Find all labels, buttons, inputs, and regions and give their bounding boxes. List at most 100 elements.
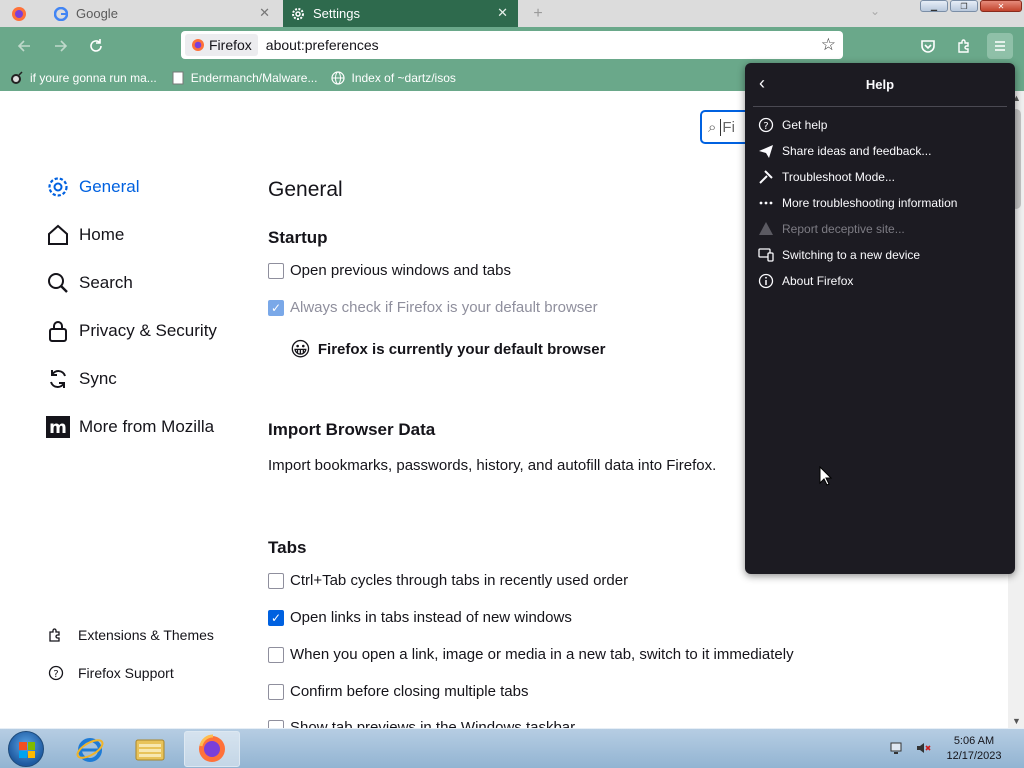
reload-button[interactable] (85, 35, 107, 57)
search-placeholder: Fi (720, 118, 735, 136)
checkbox[interactable] (268, 646, 284, 663)
sidebar-extensions-themes-link[interactable]: Extensions & Themes (48, 627, 214, 643)
firefox-logo-icon (12, 6, 26, 21)
warning-icon (757, 221, 775, 237)
checkbox-label: When you open a link, image or media in … (290, 646, 794, 663)
close-tab-icon[interactable]: ✕ (497, 5, 508, 21)
svg-text:?: ? (53, 669, 58, 680)
more-dots-icon (757, 195, 775, 211)
pocket-button[interactable] (917, 35, 939, 57)
volume-muted-icon[interactable] (914, 739, 932, 757)
back-button[interactable] (13, 35, 35, 57)
search-icon: ⌕ (708, 118, 717, 136)
help-item-more-troubleshooting[interactable]: More troubleshooting information (757, 195, 957, 211)
folder-icon (135, 739, 165, 761)
question-circle-icon: ? (757, 117, 775, 133)
help-item-label: Report deceptive site... (782, 222, 905, 236)
forward-button[interactable] (50, 35, 72, 57)
sidebar-item-label: Sync (79, 369, 117, 388)
help-item-share-feedback[interactable]: Share ideas and feedback... (757, 143, 931, 159)
checkbox-confirm-close[interactable]: Confirm before closing multiple tabs (268, 683, 528, 700)
checkbox-switch-to-new-tab[interactable]: When you open a link, image or media in … (268, 646, 794, 663)
windows-logo-icon (19, 742, 35, 758)
help-item-about-firefox[interactable]: About Firefox (757, 273, 853, 289)
devices-icon (757, 247, 775, 263)
close-tab-icon[interactable]: ✕ (259, 5, 270, 21)
hamburger-menu-icon (995, 41, 1005, 51)
pocket-icon (921, 40, 935, 53)
minimize-button[interactable]: ▁ (920, 0, 948, 12)
taskbar-internet-explorer[interactable] (62, 731, 118, 767)
bookmark-label: Index of ~dartz/isos (351, 71, 456, 85)
checkbox[interactable] (268, 262, 284, 279)
restore-button[interactable]: ❐ (950, 0, 978, 12)
mozilla-icon: m (46, 415, 70, 439)
sidebar-firefox-support-link[interactable]: ? Firefox Support (48, 665, 174, 681)
identity-label: Firefox (209, 37, 252, 53)
checkbox-ctrl-tab[interactable]: Ctrl+Tab cycles through tabs in recently… (268, 572, 628, 589)
checkbox-label: Confirm before closing multiple tabs (290, 683, 529, 700)
help-item-switching-device[interactable]: Switching to a new device (757, 247, 920, 263)
tab-label: Google (76, 6, 118, 21)
default-browser-status: 😀 Firefox is currently your default brow… (290, 337, 605, 362)
reload-icon (90, 39, 102, 52)
bookmark-star-icon[interactable]: ☆ (821, 35, 836, 55)
tab-settings[interactable]: Settings ✕ (283, 0, 518, 27)
bookmark-item[interactable]: if youre gonna run ma... (10, 71, 157, 85)
bookmark-item[interactable]: Index of ~dartz/isos (331, 71, 456, 85)
arrow-right-icon (55, 40, 68, 52)
app-menu-button[interactable] (987, 33, 1013, 59)
checkbox-taskbar-previews[interactable]: Show tab previews in the Windows taskbar (268, 719, 575, 728)
taskbar-clock[interactable]: 5:06 AM 12/17/2023 (940, 734, 1008, 764)
window-controls: ▁ ❐ ✕ (920, 0, 1022, 12)
bookmark-label: if youre gonna run ma... (30, 71, 157, 85)
network-icon[interactable] (888, 739, 906, 757)
google-logo-icon (54, 6, 68, 21)
url-text[interactable]: about:preferences (266, 37, 379, 53)
checkbox[interactable] (268, 572, 284, 589)
checkbox-open-previous[interactable]: Open previous windows and tabs (268, 262, 511, 279)
arrow-left-icon (17, 40, 30, 52)
sidebar-item-more-from-mozilla[interactable]: m More from Mozilla (46, 415, 214, 439)
checkbox-label: Show tab previews in the Windows taskbar (290, 719, 576, 728)
taskbar-firefox[interactable] (184, 731, 240, 767)
sidebar-item-general[interactable]: General (46, 175, 139, 199)
firefox-view-button[interactable] (8, 0, 30, 27)
url-bar[interactable]: Firefox about:preferences ☆ (181, 31, 843, 59)
list-all-tabs-icon[interactable]: ⌄ (870, 4, 880, 18)
checkbox[interactable] (268, 719, 284, 728)
svg-text:m: m (49, 418, 67, 438)
search-icon (46, 271, 70, 295)
checkbox[interactable] (268, 683, 284, 700)
sidebar-item-sync[interactable]: Sync (46, 367, 117, 391)
start-button[interactable] (8, 731, 44, 767)
firefox-logo-icon (199, 734, 225, 762)
checkbox-open-links-in-tabs[interactable]: ✓ Open links in tabs instead of new wind… (268, 609, 572, 626)
svg-text:?: ? (763, 121, 768, 132)
section-heading-tabs: Tabs (268, 538, 307, 557)
sidebar-item-home[interactable]: Home (46, 223, 124, 247)
mouse-cursor-icon (819, 466, 833, 486)
bookmark-item[interactable]: Endermanch/Malware... (171, 71, 318, 85)
identity-box[interactable]: Firefox (185, 34, 258, 56)
help-item-label: Get help (782, 118, 828, 132)
extensions-button[interactable] (953, 35, 975, 57)
tab-label: Settings (313, 6, 360, 21)
import-description: Import bookmarks, passwords, history, an… (268, 457, 717, 474)
sidebar-item-search[interactable]: Search (46, 271, 133, 295)
new-tab-button[interactable]: + (527, 0, 549, 27)
tab-google[interactable]: Google ✕ (46, 0, 278, 27)
bookmark-label: Endermanch/Malware... (190, 71, 318, 85)
checkbox[interactable]: ✓ (268, 609, 284, 626)
gear-icon (46, 175, 70, 199)
help-icon: ? (48, 665, 64, 681)
taskbar-windows-explorer[interactable] (122, 731, 178, 767)
close-window-button[interactable]: ✕ (980, 0, 1022, 12)
help-item-troubleshoot-mode[interactable]: Troubleshoot Mode... (757, 169, 895, 185)
help-item-label: More troubleshooting information (782, 196, 958, 210)
help-item-get-help[interactable]: ? Get help (757, 117, 827, 133)
sidebar-item-privacy[interactable]: Privacy & Security (46, 319, 217, 343)
scroll-down-icon[interactable]: ▼ (1012, 716, 1021, 726)
checkbox: ✓ (268, 299, 284, 316)
windows-taskbar: 5:06 AM 12/17/2023 (0, 728, 1024, 768)
